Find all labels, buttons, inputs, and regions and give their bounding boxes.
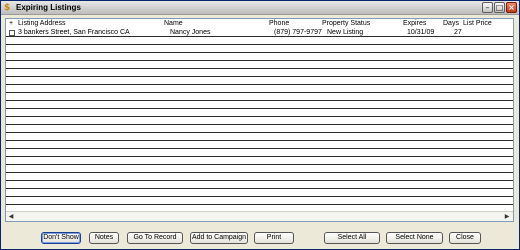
header-expires[interactable]: Expires bbox=[403, 19, 426, 29]
empty-table-row bbox=[6, 117, 513, 125]
cell-name: Nancy Jones bbox=[170, 29, 211, 36]
header-listing-address[interactable]: Listing Address bbox=[18, 19, 65, 29]
empty-table-row bbox=[6, 157, 513, 165]
window-title: Expiring Listings bbox=[16, 3, 81, 12]
cell-listing-address: 3 bankers Street, San Francisco CA bbox=[18, 29, 130, 36]
notes-button[interactable]: Notes bbox=[89, 232, 119, 244]
cell-expires: 10/31/09 bbox=[407, 29, 435, 36]
empty-table-row bbox=[6, 173, 513, 181]
table-header: + Listing Address Name Phone Property St… bbox=[6, 19, 513, 29]
empty-table-row bbox=[6, 37, 513, 45]
select-none-button[interactable]: Select None bbox=[386, 232, 443, 244]
go-to-record-button[interactable]: Go To Record bbox=[127, 232, 183, 244]
close-window-button[interactable]: × bbox=[506, 2, 517, 13]
cell-phone: (879) 797-9797 bbox=[274, 29, 322, 36]
empty-table-row bbox=[6, 93, 513, 101]
minimize-button[interactable]: – bbox=[482, 2, 493, 13]
empty-table-row bbox=[6, 53, 513, 61]
horizontal-scrollbar[interactable]: ◀ ▶ bbox=[6, 211, 513, 221]
empty-table-row bbox=[6, 69, 513, 77]
empty-table-row bbox=[6, 125, 513, 133]
table-body: 3 bankers Street, San Francisco CA Nancy… bbox=[6, 29, 513, 211]
dollar-icon: $ bbox=[4, 3, 11, 13]
scroll-left-arrow-icon[interactable]: ◀ bbox=[7, 213, 15, 221]
expiring-listings-window: $ Expiring Listings – □ × + Listing Addr… bbox=[0, 0, 520, 250]
select-all-button[interactable]: Select All bbox=[324, 232, 380, 244]
scroll-right-arrow-icon[interactable]: ▶ bbox=[503, 213, 511, 221]
maximize-button[interactable]: □ bbox=[494, 2, 505, 13]
title-bar[interactable]: $ Expiring Listings – □ × bbox=[1, 1, 519, 15]
empty-table-row bbox=[6, 189, 513, 197]
header-select-toggle[interactable]: + bbox=[9, 19, 15, 29]
close-button[interactable]: Close bbox=[449, 232, 481, 244]
row-checkbox[interactable] bbox=[9, 30, 15, 36]
empty-table-row bbox=[6, 141, 513, 149]
header-phone[interactable]: Phone bbox=[269, 19, 289, 29]
cell-days: 27 bbox=[454, 29, 462, 36]
empty-table-row bbox=[6, 77, 513, 85]
header-property-status[interactable]: Property Status bbox=[322, 19, 370, 29]
dont-show-button[interactable]: Don't Show bbox=[41, 232, 81, 244]
empty-table-row bbox=[6, 165, 513, 173]
listings-table: + Listing Address Name Phone Property St… bbox=[5, 18, 514, 222]
empty-table-row bbox=[6, 109, 513, 117]
empty-table-row bbox=[6, 61, 513, 69]
add-to-campaign-button[interactable]: Add to Campaign bbox=[190, 232, 248, 244]
header-days[interactable]: Days bbox=[443, 19, 459, 29]
header-list-price[interactable]: List Price bbox=[463, 19, 492, 29]
header-name[interactable]: Name bbox=[164, 19, 183, 29]
empty-table-row bbox=[6, 45, 513, 53]
empty-table-row bbox=[6, 181, 513, 189]
print-button[interactable]: Print bbox=[254, 232, 294, 244]
cell-property-status: New Listing bbox=[327, 29, 364, 36]
empty-table-row bbox=[6, 133, 513, 141]
empty-table-row bbox=[6, 149, 513, 157]
empty-table-row bbox=[6, 197, 513, 205]
empty-table-row bbox=[6, 101, 513, 109]
empty-table-row bbox=[6, 85, 513, 93]
table-row[interactable]: 3 bankers Street, San Francisco CA Nancy… bbox=[6, 29, 513, 37]
